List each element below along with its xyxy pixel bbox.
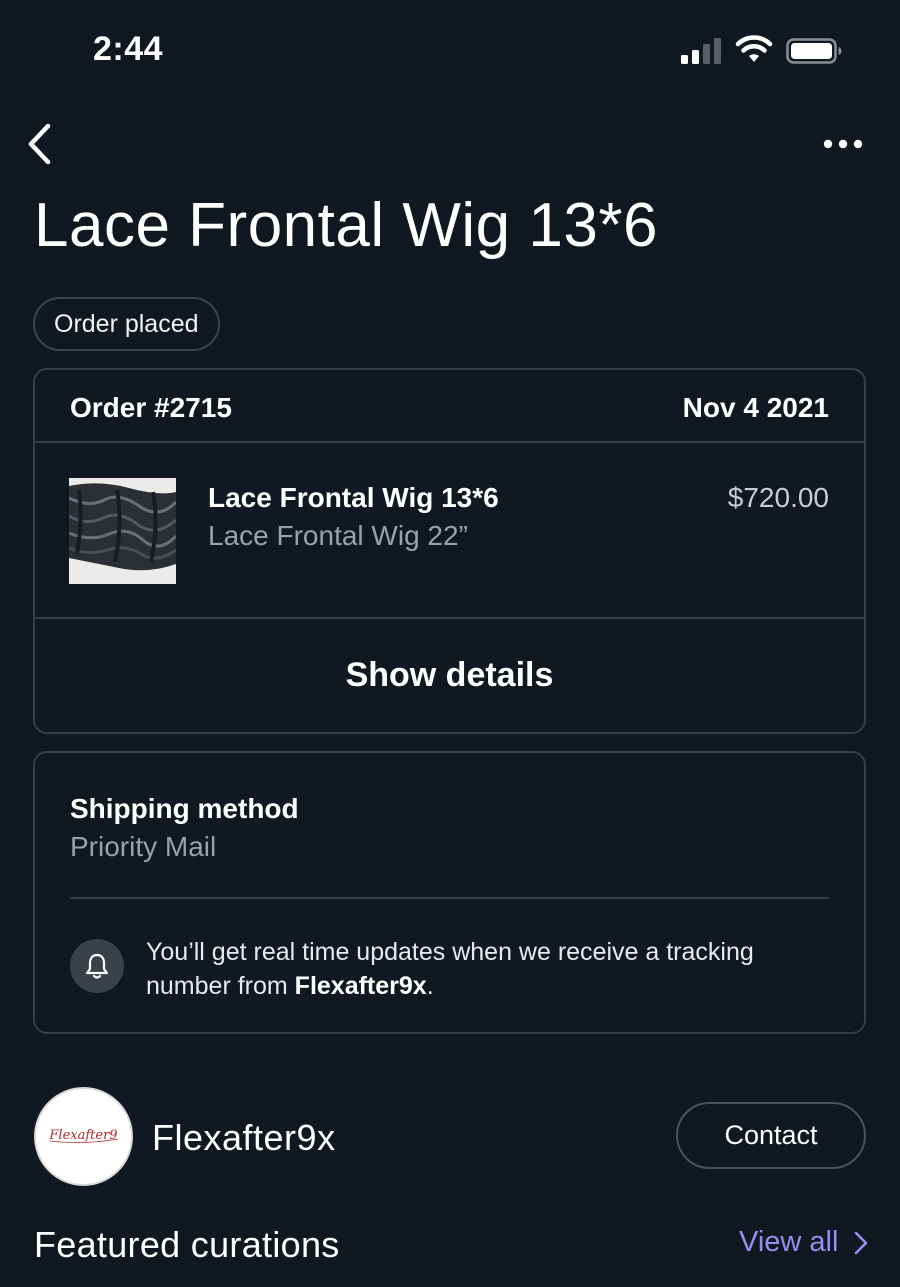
signal-icon	[681, 38, 721, 64]
order-number: Order #2715	[70, 392, 232, 423]
order-card: Order #2715 Nov 4 2021 Lace Frontal Wig …	[33, 368, 866, 734]
page-title: Lace Frontal Wig 13*6	[34, 191, 658, 260]
chevron-left-icon	[28, 123, 51, 165]
order-header: Order #2715 Nov 4 2021	[35, 370, 864, 443]
seller-name[interactable]: Flexafter9x	[152, 1117, 336, 1159]
product-thumbnail[interactable]	[69, 478, 176, 584]
seller-logo: Flexafter9	[36, 1089, 131, 1184]
tracking-notice-suffix: .	[426, 972, 434, 1000]
shipping-method-value: Priority Mail	[70, 831, 217, 862]
battery-icon	[786, 38, 842, 64]
divider	[70, 897, 829, 899]
shipping-method-label: Shipping method	[70, 793, 299, 824]
ellipsis-icon	[823, 139, 863, 149]
order-date: Nov 4 2021	[682, 392, 829, 423]
view-all-label: View all	[739, 1226, 839, 1258]
order-status-label: Order placed	[54, 309, 199, 338]
wifi-icon	[735, 35, 773, 62]
seller-avatar[interactable]: Flexafter9	[34, 1087, 133, 1186]
more-options-button[interactable]	[818, 130, 868, 158]
tracking-notice-seller: Flexafter9x	[294, 972, 427, 1000]
item-variant: Lace Frontal Wig 22”	[208, 520, 468, 551]
featured-curations-title: Featured curations	[34, 1224, 340, 1265]
tracking-notice-text: You’ll get real time updates when we rec…	[146, 938, 754, 1000]
status-time: 2:44	[93, 30, 164, 68]
back-button[interactable]	[22, 120, 62, 168]
item-name: Lace Frontal Wig 13*6	[208, 482, 499, 513]
view-all-link[interactable]: View all	[739, 1226, 868, 1259]
seller-logo-text: Flexafter9	[48, 1128, 117, 1143]
show-details-button[interactable]: Show details	[35, 619, 864, 732]
contact-button[interactable]: Contact	[676, 1102, 866, 1169]
order-status-badge: Order placed	[33, 297, 220, 351]
bell-icon	[70, 939, 124, 993]
shipping-card: Shipping method Priority Mail You’ll get…	[33, 751, 866, 1034]
item-price: $720.00	[727, 482, 829, 513]
wig-image	[69, 478, 176, 584]
tracking-notice: You’ll get real time updates when we rec…	[146, 935, 836, 1003]
chevron-right-icon	[855, 1231, 868, 1254]
